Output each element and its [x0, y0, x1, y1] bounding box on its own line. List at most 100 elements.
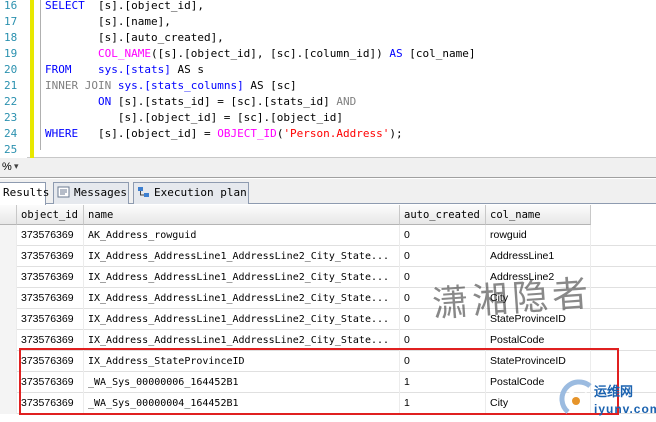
cell-col-name[interactable]: AddressLine1 — [486, 246, 591, 267]
code-token: [s].[object_id], — [97, 0, 204, 12]
cell-auto-created[interactable]: 1 — [400, 372, 486, 393]
cell-object-id[interactable]: 373576369 — [17, 309, 84, 330]
table-row[interactable]: 373576369 IX_Address_AddressLine1_Address… — [0, 246, 656, 267]
cell-auto-created[interactable]: 0 — [400, 309, 486, 330]
cell-name[interactable]: _WA_Sys_00000006_164452B1 — [84, 372, 400, 393]
row-header[interactable] — [0, 393, 17, 414]
tab-messages[interactable]: Messages — [53, 182, 129, 204]
table-row[interactable]: 373576369 IX_Address_AddressLine1_Address… — [0, 309, 656, 330]
messages-icon — [57, 185, 70, 198]
column-header-object-id[interactable]: object_id — [17, 205, 84, 225]
line-number: 21 — [4, 79, 18, 92]
code-text: [s].[object_id] = [sc].[object_id] — [45, 110, 343, 126]
cell-name[interactable]: IX_Address_AddressLine1_AddressLine2_Cit… — [84, 330, 400, 351]
zoom-bar: % ▾ — [0, 158, 656, 178]
cell-name[interactable]: IX_Address_AddressLine1_AddressLine2_Cit… — [84, 309, 400, 330]
row-header[interactable] — [0, 351, 17, 372]
cell-auto-created[interactable]: 0 — [400, 246, 486, 267]
code-text: FROM sys.[stats] AS s — [45, 62, 204, 78]
cell-object-id[interactable]: 373576369 — [17, 372, 84, 393]
cell-auto-created[interactable]: 0 — [400, 225, 486, 246]
column-header-col-name[interactable]: col_name — [486, 205, 591, 225]
sql-editor[interactable]: 16 SELECT [s].[object_id], 17 [s].[name], 1… — [0, 0, 656, 158]
row-header[interactable] — [0, 246, 17, 267]
cell-name[interactable]: _WA_Sys_00000004_164452B1 — [84, 393, 400, 414]
cell-col-name[interactable]: StateProvinceID — [486, 309, 591, 330]
code-line[interactable]: 20 FROM sys.[stats] AS s — [0, 62, 656, 78]
cell-col-name[interactable]: PostalCode — [486, 372, 591, 393]
cell-col-name[interactable]: City — [486, 393, 591, 414]
code-line[interactable]: 21 INNER JOIN sys.[stats_columns] AS [sc] — [0, 78, 656, 94]
cell-object-id[interactable]: 373576369 — [17, 330, 84, 351]
code-token: [s].[object_id] = [sc].[object_id] — [45, 111, 344, 124]
tab-results[interactable]: Results — [0, 182, 49, 205]
code-token: AS s — [170, 63, 204, 76]
cell-col-name[interactable]: PostalCode — [486, 330, 591, 351]
cell-name[interactable]: IX_Address_AddressLine1_AddressLine2_Cit… — [84, 267, 400, 288]
column-header-name[interactable]: name — [84, 205, 400, 225]
code-line[interactable]: 23 [s].[object_id] = [sc].[object_id] — [0, 110, 656, 126]
table-row[interactable]: 373576369 IX_Address_StateProvinceID 0 Stat… — [0, 351, 656, 372]
code-token: sys.[stats_columns] — [117, 79, 244, 92]
cell-object-id[interactable]: 373576369 — [17, 393, 84, 414]
row-header[interactable] — [0, 330, 17, 351]
code-text: COL_NAME([s].[object_id], [sc].[column_i… — [45, 46, 476, 62]
table-row[interactable]: 373576369 _WA_Sys_00000006_164452B1 1 Posta… — [0, 372, 656, 393]
code-line[interactable]: 16 SELECT [s].[object_id], — [0, 0, 656, 14]
cell-col-name[interactable]: rowguid — [486, 225, 591, 246]
cell-object-id[interactable]: 373576369 — [17, 351, 84, 372]
code-line[interactable]: 18 [s].[auto_created], — [0, 30, 656, 46]
cell-auto-created[interactable]: 0 — [400, 330, 486, 351]
table-row[interactable]: 373576369 AK_Address_rowguid 0 rowguid — [0, 225, 656, 246]
cell-col-name[interactable]: City — [486, 288, 591, 309]
row-header[interactable] — [0, 288, 17, 309]
chevron-down-icon[interactable]: ▾ — [14, 161, 19, 172]
tab-execution-plan[interactable]: Execution plan — [133, 182, 249, 204]
cell-auto-created[interactable]: 0 — [400, 288, 486, 309]
code-line[interactable]: 25 — [0, 142, 656, 158]
code-token: SELECT — [45, 0, 98, 12]
cell-object-id[interactable]: 373576369 — [17, 225, 84, 246]
row-header[interactable] — [0, 309, 17, 330]
row-header[interactable] — [0, 372, 17, 393]
column-header-auto-created[interactable]: auto_created — [400, 205, 486, 225]
code-token: [col_name] — [402, 47, 476, 60]
code-token: [s].[name], — [45, 15, 171, 28]
code-token: ([s].[object_id], [sc].[column_id]) — [150, 47, 390, 60]
cell-object-id[interactable]: 373576369 — [17, 246, 84, 267]
cell-name[interactable]: AK_Address_rowguid — [84, 225, 400, 246]
code-line[interactable]: 24 WHERE [s].[object_id] = OBJECT_ID('Per… — [0, 126, 656, 142]
line-number: 24 — [4, 127, 18, 140]
table-row[interactable]: 373576369 IX_Address_AddressLine1_Address… — [0, 288, 656, 309]
tab-messages-label: Messages — [74, 186, 127, 199]
code-line[interactable]: 17 [s].[name], — [0, 14, 656, 30]
results-tab-bar: Results Messages Execution plan — [0, 179, 656, 205]
code-token: AND — [336, 95, 357, 108]
cell-col-name[interactable]: StateProvinceID — [486, 351, 591, 372]
cell-name[interactable]: IX_Address_AddressLine1_AddressLine2_Cit… — [84, 246, 400, 267]
cell-name[interactable]: IX_Address_StateProvinceID — [84, 351, 400, 372]
code-token: [s].[auto_created], — [45, 31, 224, 44]
code-token: AS [sc] — [243, 79, 297, 92]
table-row[interactable]: 373576369 _WA_Sys_00000004_164452B1 1 City — [0, 393, 656, 414]
table-row[interactable]: 373576369 IX_Address_AddressLine1_Address… — [0, 267, 656, 288]
cell-auto-created[interactable]: 1 — [400, 393, 486, 414]
row-header[interactable] — [0, 225, 17, 246]
zoom-level[interactable]: % — [2, 161, 12, 173]
cell-auto-created[interactable]: 0 — [400, 267, 486, 288]
table-row[interactable]: 373576369 IX_Address_AddressLine1_Address… — [0, 330, 656, 351]
code-text: WHERE [s].[object_id] = OBJECT_ID('Perso… — [45, 126, 403, 142]
row-header-corner[interactable] — [0, 205, 17, 225]
row-header[interactable] — [0, 267, 17, 288]
cell-col-name[interactable]: AddressLine2 — [486, 267, 591, 288]
code-line[interactable]: 22 ON [s].[stats_id] = [sc].[stats_id] A… — [0, 94, 656, 110]
line-number: 16 — [4, 0, 18, 12]
code-text: SELECT [s].[object_id], — [45, 0, 204, 14]
cell-object-id[interactable]: 373576369 — [17, 267, 84, 288]
cell-object-id[interactable]: 373576369 — [17, 288, 84, 309]
code-line[interactable]: 19 COL_NAME([s].[object_id], [sc].[colum… — [0, 46, 656, 62]
results-grid[interactable]: object_id name auto_created col_name 373… — [0, 205, 656, 422]
cell-name[interactable]: IX_Address_AddressLine1_AddressLine2_Cit… — [84, 288, 400, 309]
cell-auto-created[interactable]: 0 — [400, 351, 486, 372]
